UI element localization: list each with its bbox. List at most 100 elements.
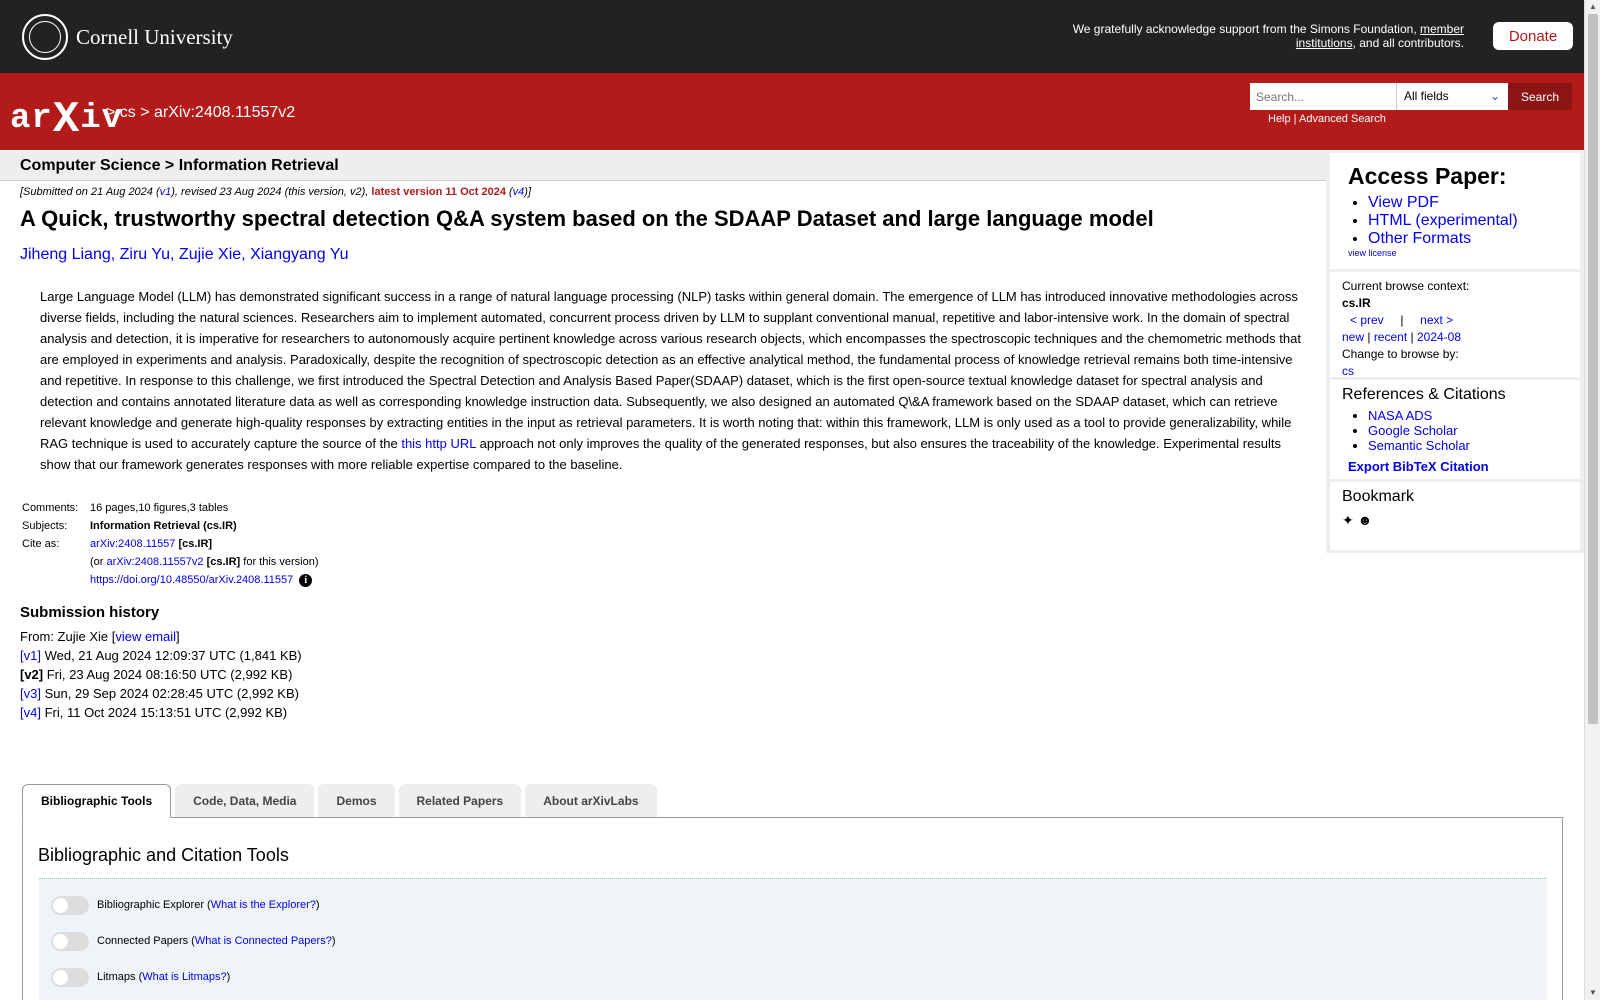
right-sidebar: Access Paper: View PDF HTML (experimenta… — [1326, 151, 1584, 553]
list-item: Bibliographic Explorer (What is the Expl… — [51, 895, 320, 915]
cornell-seal-icon — [22, 14, 68, 60]
arxiv-header: arXiv > cs > arXiv:2408.11557v2 All fiel… — [0, 73, 1584, 150]
bookmark-box: Bookmark ✦ ☻ — [1330, 482, 1580, 550]
connected-papers-help-link[interactable]: What is Connected Papers? — [195, 935, 332, 947]
v1-link[interactable]: v1 — [160, 186, 172, 198]
list-item: NASA ADS — [1368, 408, 1580, 423]
list-item: HTML (experimental) — [1368, 212, 1580, 230]
references-box: References & Citations NASA ADS Google S… — [1330, 380, 1580, 479]
bibliographic-explorer-toggle[interactable] — [51, 895, 89, 915]
cornell-wordmark: Cornell University — [76, 24, 233, 49]
table-row: Comments: 16 pages,10 figures,3 tables — [20, 499, 320, 517]
advanced-search-link[interactable]: Advanced Search — [1299, 113, 1386, 125]
new-link[interactable]: new — [1342, 330, 1364, 344]
other-formats-link[interactable]: Other Formats — [1368, 230, 1471, 247]
scroll-up-icon[interactable]: ▲ — [1589, 2, 1597, 11]
tab-code-data-media[interactable]: Code, Data, Media — [175, 784, 315, 817]
browse-context-box: Current browse context: cs.IR < prev | n… — [1330, 272, 1580, 378]
paper-title: A Quick, trustworthy spectral detection … — [20, 206, 1154, 231]
version-link-v3[interactable]: [v3] — [20, 686, 41, 701]
cornell-header: Cornell University We gratefully acknowl… — [0, 0, 1584, 73]
cornell-logo[interactable]: Cornell University — [22, 14, 233, 60]
list-item: Connected Papers (What is Connected Pape… — [51, 931, 335, 951]
version-row: [v4] Fri, 11 Oct 2024 15:13:51 UTC (2,99… — [20, 705, 288, 720]
support-acknowledgement: We gratefully acknowledge support from t… — [1072, 22, 1464, 50]
connected-papers-toggle[interactable] — [51, 931, 89, 951]
cite-link[interactable]: arXiv:2408.11557 — [90, 538, 175, 550]
semantic-scholar-link[interactable]: Semantic Scholar — [1368, 438, 1470, 453]
tab-related-papers[interactable]: Related Papers — [398, 784, 522, 817]
search-input[interactable] — [1250, 83, 1396, 110]
http-url-link[interactable]: this http URL — [401, 436, 476, 451]
tab-about-arxivlabs[interactable]: About arXivLabs — [525, 784, 657, 817]
authors[interactable]: Jiheng Liang, Ziru Yu, Zujie Xie, Xiangy… — [20, 246, 1310, 264]
bibsonomy-icon[interactable]: ✦ — [1342, 512, 1354, 528]
subject-heading: Computer Science > Information Retrieval — [20, 157, 339, 174]
latest-version: latest version 11 Oct 2024 — [371, 186, 506, 198]
list-item: Google Scholar — [1368, 423, 1580, 438]
table-row: (or arXiv:2408.11557v2 [cs.IR] for this … — [90, 556, 319, 568]
access-paper-box: Access Paper: View PDF HTML (experimenta… — [1330, 153, 1580, 269]
html-link[interactable]: HTML (experimental) — [1368, 212, 1518, 229]
dateline: [Submitted on 21 Aug 2024 (v1), revised … — [20, 186, 532, 198]
recent-link[interactable]: recent — [1374, 330, 1407, 344]
version-row: [v3] Sun, 29 Sep 2024 02:28:45 UTC (2,99… — [20, 686, 299, 701]
abstract: Large Language Model (LLM) has demonstra… — [40, 289, 1301, 472]
google-scholar-link[interactable]: Google Scholar — [1368, 423, 1458, 438]
version-row: [v2] Fri, 23 Aug 2024 08:16:50 UTC (2,99… — [20, 667, 293, 682]
cite-version-link[interactable]: arXiv:2408.11557v2 — [107, 556, 204, 568]
view-license-link[interactable]: view license — [1348, 248, 1397, 258]
prev-link[interactable]: < prev — [1350, 313, 1384, 327]
scroll-down-icon[interactable]: ▼ — [1589, 988, 1597, 997]
view-email-link[interactable]: view email — [115, 629, 176, 644]
nasa-ads-link[interactable]: NASA ADS — [1368, 408, 1432, 423]
version-link-v4[interactable]: [v4] — [20, 705, 41, 720]
subject-header: Computer Science > Information Retrieval — [0, 151, 1326, 181]
submission-history-title: Submission history — [20, 604, 160, 621]
view-pdf-link[interactable]: View PDF — [1368, 194, 1439, 211]
tab-demos[interactable]: Demos — [318, 784, 395, 817]
version-row: [v1] Wed, 21 Aug 2024 12:09:37 UTC (1,84… — [20, 648, 302, 663]
search-button[interactable]: Search — [1508, 83, 1572, 110]
litmaps-toggle[interactable] — [51, 967, 89, 987]
access-links: View PDF HTML (experimental) Other Forma… — [1330, 194, 1580, 248]
panel-title: Bibliographic and Citation Tools — [38, 845, 289, 865]
abstract-page: [Submitted on 21 Aug 2024 (v1), revised … — [20, 186, 1310, 722]
version-link-v1[interactable]: [v1] — [20, 648, 41, 663]
subjects-value: Information Retrieval (cs.IR) — [90, 520, 237, 532]
version-current-v2: [v2] — [20, 667, 44, 682]
tab-panel: Bibliographic and Citation Tools Bibliog… — [22, 817, 1563, 1000]
search-field-select[interactable]: All fields ⌄ — [1396, 83, 1508, 110]
list-item: Litmaps (What is Litmaps?) — [51, 967, 230, 987]
month-link[interactable]: 2024-08 — [1417, 330, 1461, 344]
table-row: Cite as: arXiv:2408.11557 [cs.IR] — [22, 538, 213, 550]
next-link[interactable]: next > — [1420, 313, 1453, 327]
access-paper-title: Access Paper: — [1348, 163, 1507, 189]
tab-bibliographic-tools[interactable]: Bibliographic Tools — [22, 784, 172, 818]
doi-link[interactable]: https://doi.org/10.48550/arXiv.2408.1155… — [90, 574, 293, 586]
v4-link[interactable]: v4 — [513, 186, 525, 198]
help-link[interactable]: Help — [1268, 113, 1291, 125]
references-links: NASA ADS Google Scholar Semantic Scholar — [1330, 408, 1580, 453]
submission-history: From: Zujie Xie [view email] [v1] Wed, 2… — [20, 627, 1310, 722]
reddit-icon[interactable]: ☻ — [1358, 512, 1373, 528]
browse-cs-link[interactable]: cs — [1342, 364, 1354, 378]
tools-list: Bibliographic Explorer (What is the Expl… — [39, 878, 1547, 1000]
help-links: Help | Advanced Search — [1268, 113, 1386, 125]
donate-button[interactable]: Donate — [1493, 22, 1573, 50]
export-bibtex-link[interactable]: Export BibTeX Citation — [1348, 459, 1489, 474]
info-icon[interactable]: i — [299, 574, 313, 587]
references-title: References & Citations — [1342, 386, 1506, 403]
breadcrumb[interactable]: > cs > arXiv:2408.11557v2 — [106, 104, 295, 122]
browse-context: cs.IR — [1342, 296, 1371, 310]
explorer-help-link[interactable]: What is the Explorer? — [211, 899, 316, 911]
page-scrollbar[interactable]: ▲ ▼ — [1584, 0, 1600, 1000]
labs-tabs: Bibliographic Tools Code, Data, Media De… — [22, 784, 657, 818]
bookmark-icons: ✦ ☻ — [1330, 506, 1580, 535]
comments-value: 16 pages,10 figures,3 tables — [90, 502, 229, 514]
scroll-thumb[interactable] — [1588, 14, 1598, 724]
bookmark-title: Bookmark — [1342, 488, 1415, 505]
metadata-table: Comments: 16 pages,10 figures,3 tables S… — [20, 499, 320, 590]
litmaps-help-link[interactable]: What is Litmaps? — [142, 971, 226, 983]
list-item: View PDF — [1368, 194, 1580, 212]
